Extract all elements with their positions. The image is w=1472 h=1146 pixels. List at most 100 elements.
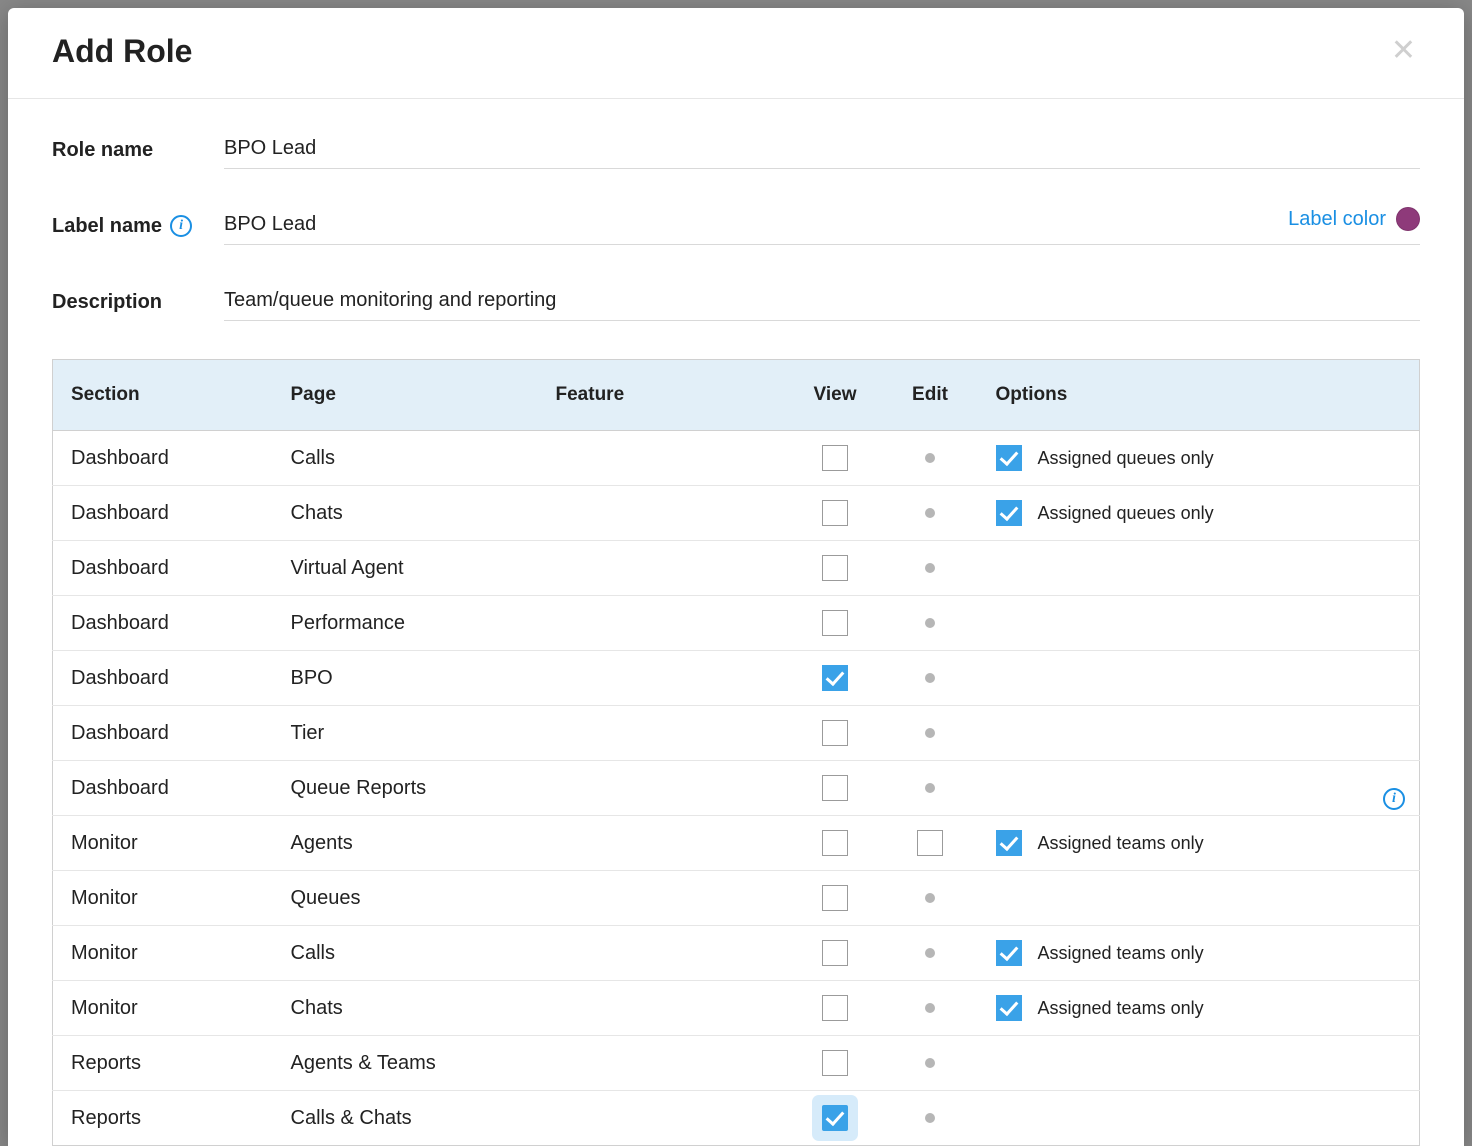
view-checkbox[interactable] — [822, 1105, 848, 1131]
edit-disabled-dot — [925, 728, 935, 738]
option-checkbox[interactable] — [996, 500, 1022, 526]
cell-options — [978, 541, 1420, 596]
view-checkbox[interactable] — [822, 610, 848, 636]
edit-disabled-dot — [925, 783, 935, 793]
th-page: Page — [273, 360, 538, 431]
option-checkbox[interactable] — [996, 940, 1022, 966]
table-row: MonitorChats Assigned teams only — [53, 981, 1420, 1036]
edit-disabled-dot — [925, 948, 935, 958]
view-checkbox[interactable] — [822, 940, 848, 966]
cell-section: Monitor — [53, 981, 273, 1036]
cell-feature — [538, 871, 788, 926]
table-row: DashboardTier — [53, 706, 1420, 761]
view-checkbox[interactable] — [822, 1050, 848, 1076]
modal-header: Add Role ✕ — [8, 8, 1464, 99]
description-input[interactable] — [224, 283, 1420, 321]
cell-view — [788, 486, 883, 541]
cell-section: Monitor — [53, 871, 273, 926]
cell-options: Assigned teams only — [978, 981, 1420, 1036]
cell-page: Chats — [273, 981, 538, 1036]
view-checkbox[interactable] — [822, 775, 848, 801]
cell-view — [788, 871, 883, 926]
view-checkbox[interactable] — [822, 665, 848, 691]
option-checkbox[interactable] — [996, 445, 1022, 471]
cell-edit — [883, 651, 978, 706]
edit-disabled-dot — [925, 893, 935, 903]
table-row: MonitorQueues — [53, 871, 1420, 926]
cell-feature — [538, 596, 788, 651]
view-checkbox[interactable] — [822, 555, 848, 581]
table-row: MonitorAgentsAssigned teams only — [53, 816, 1420, 871]
edit-disabled-dot — [925, 618, 935, 628]
role-name-input[interactable] — [224, 131, 1420, 169]
cell-feature — [538, 926, 788, 981]
cell-feature — [538, 816, 788, 871]
view-checkbox[interactable] — [822, 720, 848, 746]
cell-view — [788, 926, 883, 981]
cell-view — [788, 1091, 883, 1146]
option-checkbox[interactable] — [996, 830, 1022, 856]
cell-view — [788, 981, 883, 1036]
th-edit: Edit — [883, 360, 978, 431]
cell-edit — [883, 926, 978, 981]
edit-disabled-dot — [925, 563, 935, 573]
cell-options — [978, 1036, 1420, 1091]
cell-edit — [883, 981, 978, 1036]
cell-page: Chats — [273, 486, 538, 541]
cell-section: Dashboard — [53, 541, 273, 596]
cell-feature — [538, 1036, 788, 1091]
edit-disabled-dot — [925, 673, 935, 683]
cell-feature — [538, 431, 788, 486]
view-checkbox[interactable] — [822, 885, 848, 911]
label-color-swatch[interactable] — [1396, 207, 1420, 231]
cell-feature — [538, 761, 788, 816]
cell-edit — [883, 706, 978, 761]
cell-view — [788, 651, 883, 706]
option-label: Assigned queues only — [1038, 503, 1214, 524]
th-section: Section — [53, 360, 273, 431]
cell-edit — [883, 1091, 978, 1146]
cell-section: Monitor — [53, 816, 273, 871]
cell-section: Dashboard — [53, 596, 273, 651]
th-feature: Feature — [538, 360, 788, 431]
view-checkbox[interactable] — [822, 830, 848, 856]
cell-options: Assigned teams only — [978, 926, 1420, 981]
cell-page: Calls — [273, 926, 538, 981]
table-row: MonitorCallsAssigned teams only — [53, 926, 1420, 981]
cell-options — [978, 871, 1420, 926]
cell-section: Dashboard — [53, 706, 273, 761]
view-checkbox[interactable] — [822, 995, 848, 1021]
option-checkbox[interactable] — [996, 995, 1022, 1021]
label-color-link[interactable]: Label color — [1288, 208, 1386, 231]
description-label: Description — [52, 291, 224, 314]
cell-options: Assigned teams only — [978, 816, 1420, 871]
edit-disabled-dot — [925, 1113, 935, 1123]
permissions-table: Section Page Feature View Edit Options D… — [52, 359, 1420, 1146]
table-row: DashboardCallsAssigned queues only — [53, 431, 1420, 486]
cell-options: Assigned queues only — [978, 431, 1420, 486]
view-checkbox[interactable] — [822, 500, 848, 526]
cell-view — [788, 596, 883, 651]
cell-edit — [883, 596, 978, 651]
cell-view — [788, 541, 883, 596]
info-icon[interactable]: i — [170, 215, 192, 237]
cell-feature — [538, 1091, 788, 1146]
cell-view — [788, 761, 883, 816]
edit-disabled-dot — [925, 1058, 935, 1068]
cell-page: Queues — [273, 871, 538, 926]
edit-checkbox[interactable] — [917, 830, 943, 856]
label-name-input[interactable] — [224, 207, 1420, 245]
label-name-label-text: Label name — [52, 215, 162, 238]
cell-view — [788, 1036, 883, 1091]
view-checkbox[interactable] — [822, 445, 848, 471]
cell-options — [978, 651, 1420, 706]
th-view: View — [788, 360, 883, 431]
cell-edit — [883, 871, 978, 926]
close-icon[interactable]: ✕ — [1383, 32, 1424, 70]
cell-view — [788, 816, 883, 871]
cell-view — [788, 706, 883, 761]
cell-section: Dashboard — [53, 761, 273, 816]
info-icon[interactable]: i — [1383, 788, 1405, 810]
cell-options: Assigned queues only — [978, 486, 1420, 541]
table-row: DashboardVirtual Agent — [53, 541, 1420, 596]
